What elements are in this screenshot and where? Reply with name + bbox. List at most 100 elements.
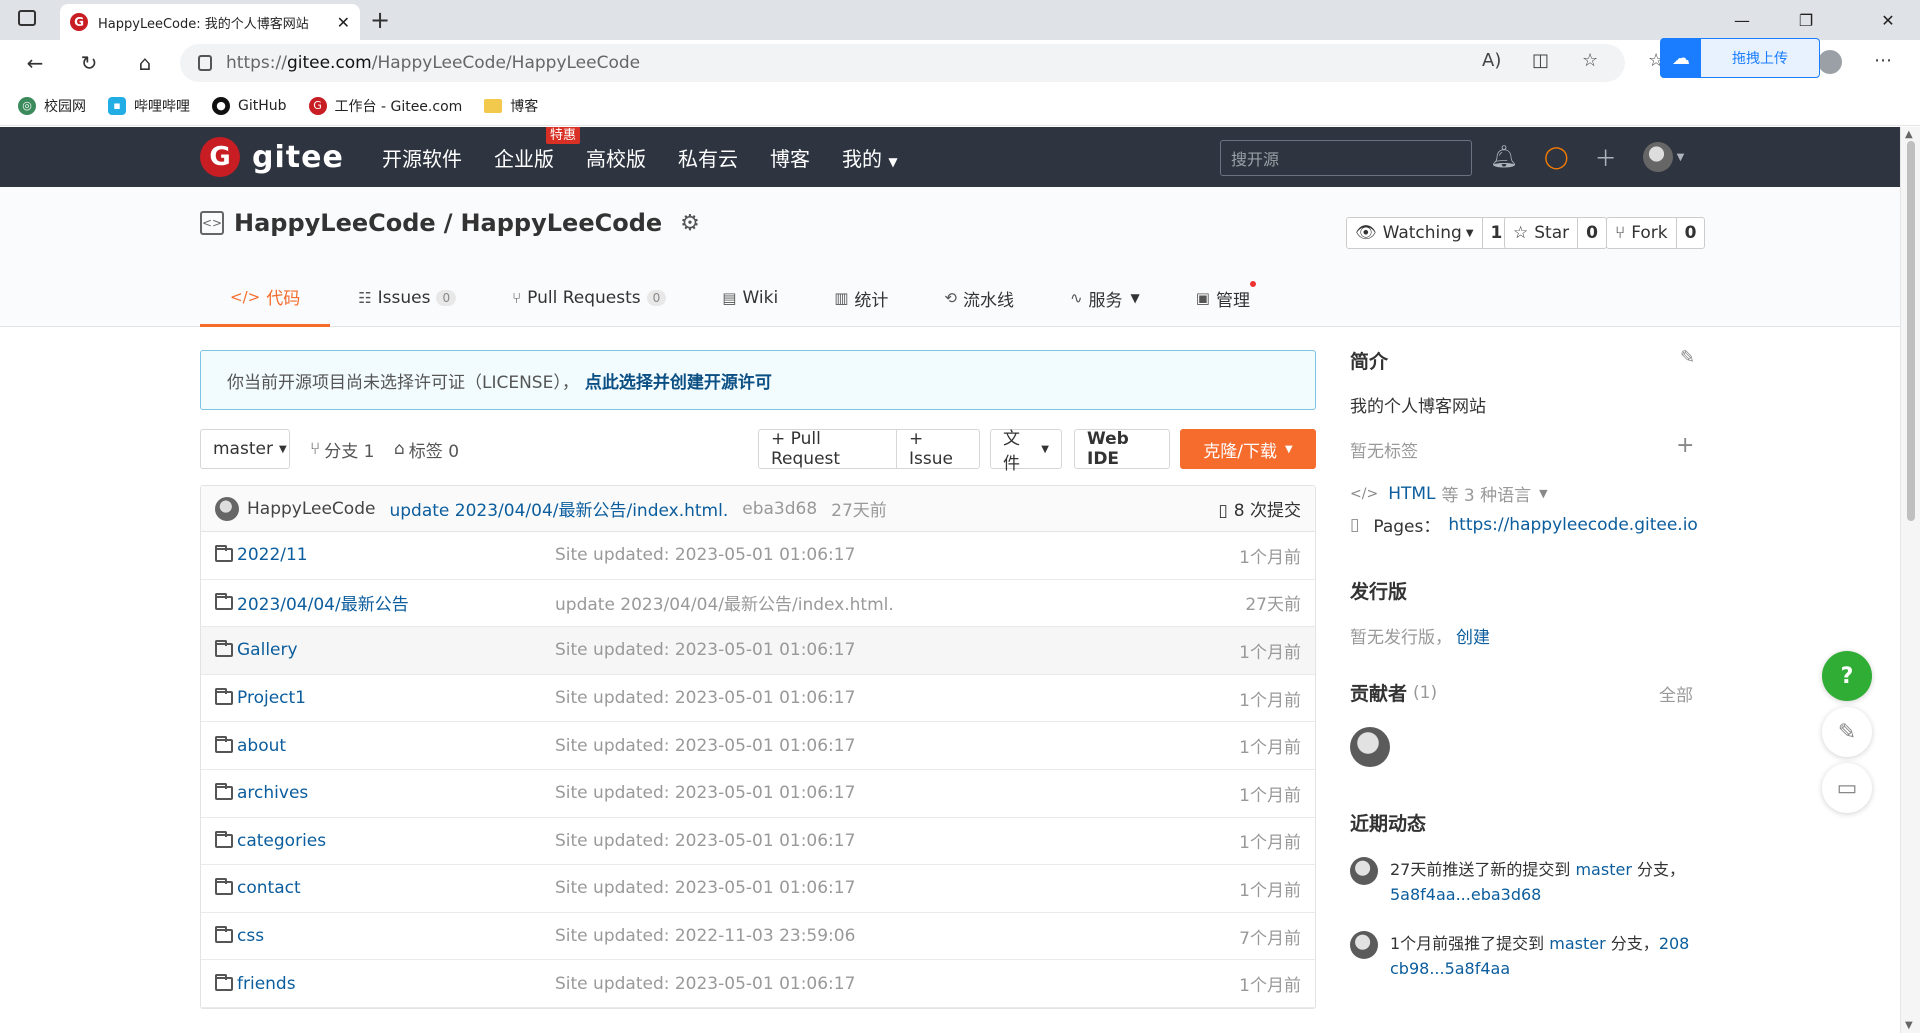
create-license-link[interactable]: 点此选择并创建开源许可 — [585, 368, 772, 393]
file-row[interactable]: archives Site updated: 2023-05-01 01:06:1… — [201, 770, 1315, 818]
repo-owner-link[interactable]: HappyLeeCode — [234, 209, 436, 237]
file-commit-message[interactable]: Site updated: 2022-11-03 23:59:06 — [555, 926, 855, 946]
web-ide-button[interactable]: Web IDE — [1074, 429, 1170, 469]
fork-button[interactable]: ⑂ Fork 0 — [1606, 217, 1706, 249]
file-commit-message[interactable]: Site updated: 2023-05-01 01:06:17 — [555, 736, 855, 756]
gitee-logo[interactable]: G gitee — [200, 137, 344, 177]
file-name-link[interactable]: categories — [215, 830, 326, 851]
file-name-link[interactable]: Project1 — [215, 688, 306, 708]
activity-avatar[interactable] — [1350, 931, 1378, 959]
tab-wiki[interactable]: ▤ Wiki — [694, 269, 806, 327]
nav-open-source[interactable]: 开源软件 — [382, 143, 462, 172]
star-button[interactable]: ☆ Star 0 — [1504, 217, 1607, 249]
file-row[interactable]: categories Site updated: 2023-05-01 01:06… — [201, 818, 1315, 866]
commit-sha[interactable]: eba3d68 — [742, 499, 817, 519]
tab-actions-icon[interactable] — [18, 10, 36, 26]
user-avatar[interactable] — [1642, 142, 1673, 172]
help-button[interactable]: ? — [1822, 651, 1872, 701]
split-screen-icon[interactable]: ◫ — [1532, 50, 1549, 71]
file-row[interactable]: 2022/11 Site updated: 2023-05-01 01:06:17… — [201, 532, 1315, 580]
url-input[interactable]: https://gitee.com/HappyLeeCode/HappyLeeC… — [180, 44, 1625, 82]
new-tab-icon[interactable]: + — [370, 6, 390, 34]
file-commit-message[interactable]: Site updated: 2023-05-01 01:06:17 — [555, 545, 855, 565]
file-commit-message[interactable]: Site updated: 2023-05-01 01:06:17 — [555, 831, 855, 851]
file-name-link[interactable]: 2022/11 — [215, 545, 308, 565]
tab-stats[interactable]: ▥ 统计 — [806, 269, 916, 327]
file-name-link[interactable]: 2023/04/04/最新公告 — [215, 590, 409, 615]
branches-link[interactable]: ⑂ 分支 1 — [310, 429, 374, 469]
scroll-up-icon[interactable]: ▲ — [1905, 129, 1913, 140]
browser-tab-active[interactable]: G HappyLeeCode: 我的个人博客网站 ✕ — [60, 4, 360, 40]
file-name-link[interactable]: friends — [215, 973, 296, 994]
file-row[interactable]: css Site updated: 2022-11-03 23:59:06 7个月前 — [201, 913, 1315, 961]
read-aloud-icon[interactable]: A) — [1482, 50, 1501, 71]
bookmark-item[interactable]: ▪ 哔哩哔哩 — [108, 96, 190, 116]
file-row[interactable]: about Site updated: 2023-05-01 01:06:17 1个… — [201, 722, 1315, 770]
restore-icon[interactable]: ❐ — [1774, 0, 1838, 40]
repo-badge-icon[interactable]: ⚙ — [680, 211, 700, 236]
feedback-edit-icon[interactable]: ✎ — [1822, 707, 1872, 757]
close-window-icon[interactable]: ✕ — [1856, 0, 1920, 40]
tab-pull-requests[interactable]: ⑂ Pull Requests 0 — [484, 269, 694, 327]
nav-blog[interactable]: 博客 — [770, 143, 810, 172]
file-commit-message[interactable]: Site updated: 2023-05-01 01:06:17 — [555, 688, 855, 708]
activity-ref-link[interactable]: 5a8f4aa...eba3d68 — [1390, 885, 1541, 904]
bookmark-item[interactable]: ◎ 校园网 — [18, 96, 86, 116]
page-scrollbar[interactable]: ▲ ▼ — [1900, 127, 1920, 1033]
branch-select[interactable]: master ▼ — [200, 429, 290, 469]
search-input[interactable]: 搜开源 — [1220, 140, 1472, 176]
activity-branch-link[interactable]: master — [1549, 934, 1605, 953]
file-row[interactable]: friends Site updated: 2023-05-01 01:06:17… — [201, 960, 1315, 1008]
file-commit-message[interactable]: Site updated: 2023-05-01 01:06:17 — [555, 783, 855, 803]
new-pull-request-button[interactable]: + Pull Request — [758, 429, 898, 469]
bookmark-item[interactable]: ● GitHub — [212, 96, 287, 115]
bookmark-item[interactable]: 博客 — [484, 96, 538, 116]
idea-bulb-icon[interactable]: ◯ — [1544, 145, 1569, 170]
tab-code[interactable]: </> 代码 — [200, 269, 331, 327]
all-contributors-link[interactable]: 全部 — [1659, 681, 1693, 706]
file-commit-message[interactable]: Site updated: 2023-05-01 01:06:17 — [555, 878, 855, 898]
file-commit-message[interactable]: Site updated: 2023-05-01 01:06:17 — [555, 640, 855, 660]
watching-button[interactable]: 👁︎ Watching ▼ 1 — [1346, 217, 1512, 249]
minimize-icon[interactable]: — — [1710, 0, 1774, 40]
activity-avatar[interactable] — [1350, 857, 1378, 885]
languages-row[interactable]: </> HTML 等 3 种语言 ▼ — [1350, 481, 1548, 507]
file-name-link[interactable]: contact — [215, 878, 301, 898]
repo-name-link[interactable]: HappyLeeCode — [460, 209, 662, 237]
file-name-link[interactable]: archives — [215, 783, 308, 803]
back-icon[interactable]: ← — [20, 48, 50, 78]
file-commit-message[interactable]: Site updated: 2023-05-01 01:06:17 — [555, 974, 855, 994]
pages-url-link[interactable]: https://happyleecode.gitee.io — [1448, 515, 1697, 535]
commit-author[interactable]: HappyLeeCode — [247, 499, 375, 519]
home-icon[interactable]: ⌂ — [130, 48, 160, 78]
more-menu-icon[interactable]: ⋯ — [1874, 50, 1892, 71]
tab-service[interactable]: ∿ 服务 ▼ — [1042, 269, 1168, 327]
files-dropdown[interactable]: 文件 ▼ — [990, 429, 1062, 474]
file-commit-message[interactable]: update 2023/04/04/最新公告/index.html. — [555, 590, 894, 615]
plus-icon[interactable]: ＋ — [1595, 141, 1617, 173]
commit-author-avatar[interactable] — [215, 496, 239, 521]
nav-enterprise[interactable]: 企业版 特惠 — [494, 127, 581, 172]
favorite-star-icon[interactable]: ☆ — [1582, 50, 1598, 71]
drag-upload-widget[interactable]: ☁ 拖拽上传 — [1660, 38, 1820, 78]
new-issue-button[interactable]: + Issue — [896, 429, 980, 469]
tags-link[interactable]: ⌂ 标签 0 — [394, 429, 459, 469]
profile-avatar[interactable] — [1818, 50, 1842, 74]
edit-intro-icon[interactable]: ✎ — [1680, 347, 1695, 368]
create-release-link[interactable]: 创建 — [1456, 623, 1490, 648]
add-tag-icon[interactable]: + — [1676, 433, 1694, 458]
commit-message-link[interactable]: update 2023/04/04/最新公告/index.html. — [389, 496, 728, 521]
notification-bell-icon[interactable]: 🔔︎ — [1490, 145, 1518, 170]
chat-icon[interactable]: ▭ — [1822, 763, 1872, 813]
clone-download-button[interactable]: 克隆/下载 ▼ — [1180, 429, 1316, 469]
tab-pipeline[interactable]: ⟲ 流水线 — [916, 269, 1042, 327]
close-tab-icon[interactable]: ✕ — [337, 13, 350, 32]
file-name-link[interactable]: about — [215, 735, 286, 756]
file-row[interactable]: Project1 Site updated: 2023-05-01 01:06:1… — [201, 675, 1315, 723]
file-row[interactable]: 2023/04/04/最新公告 update 2023/04/04/最新公告/in… — [201, 580, 1315, 628]
scrollbar-thumb[interactable] — [1907, 141, 1915, 521]
contributor-avatar[interactable] — [1350, 727, 1390, 767]
file-name-link[interactable]: css — [215, 926, 264, 946]
file-row[interactable]: contact Site updated: 2023-05-01 01:06:17… — [201, 865, 1315, 913]
nav-private-cloud[interactable]: 私有云 — [678, 143, 738, 172]
